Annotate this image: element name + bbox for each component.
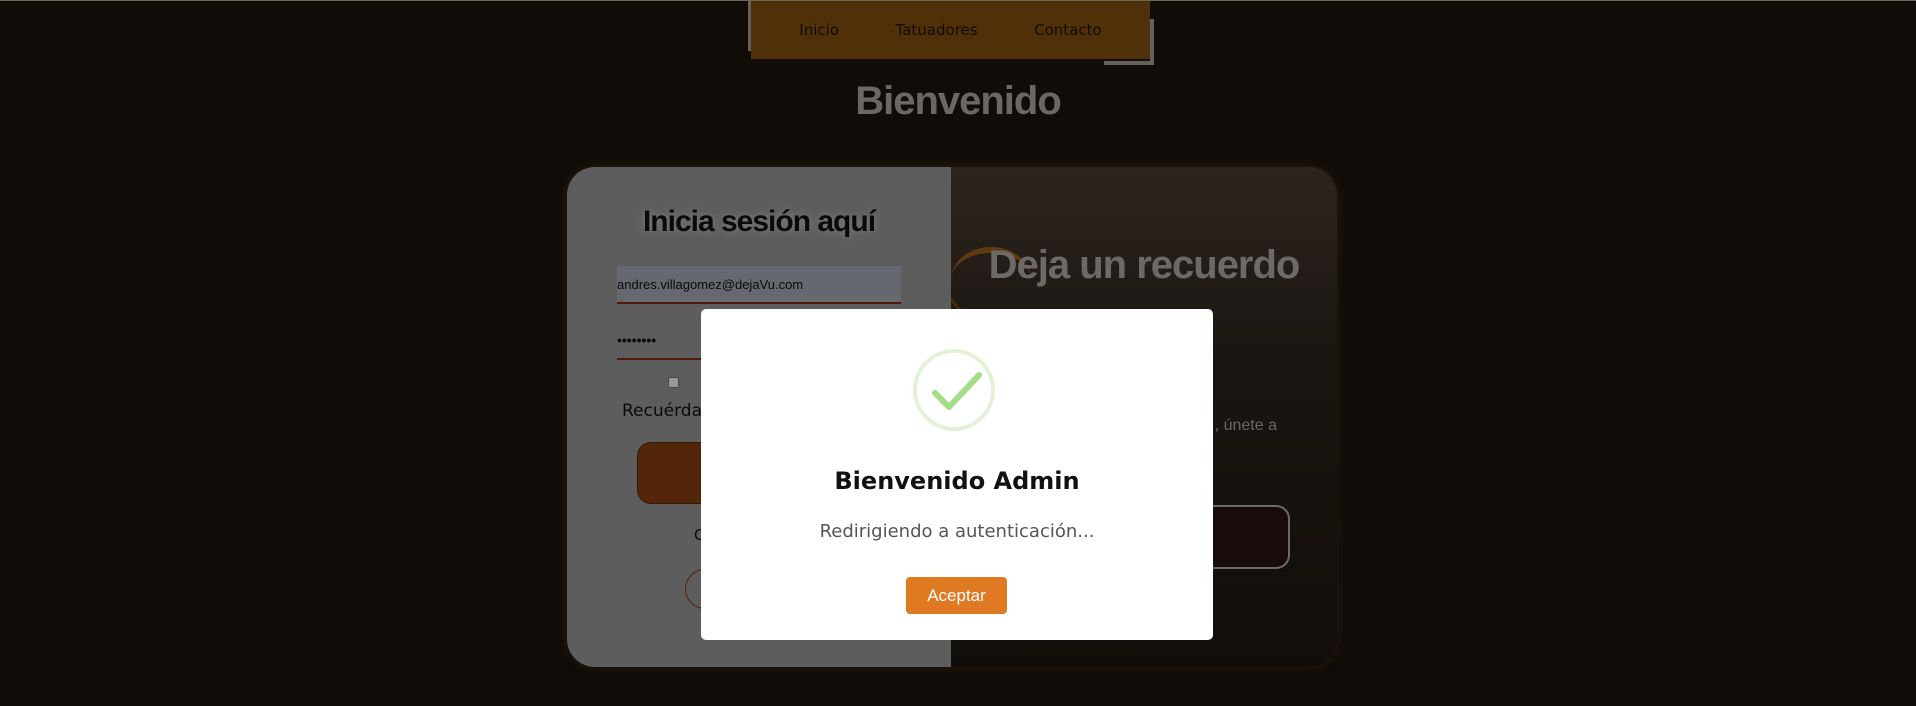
success-dialog: Bienvenido Admin Redirigiendo a autentic… [701, 309, 1213, 640]
dialog-title: Bienvenido Admin [834, 467, 1080, 495]
dialog-message: Redirigiendo a autenticación... [819, 521, 1095, 542]
accept-button[interactable]: Aceptar [906, 577, 1007, 614]
success-check-icon [913, 349, 995, 431]
page: Inicio Tatuadores Contacto Bienvenido In… [0, 0, 1916, 706]
